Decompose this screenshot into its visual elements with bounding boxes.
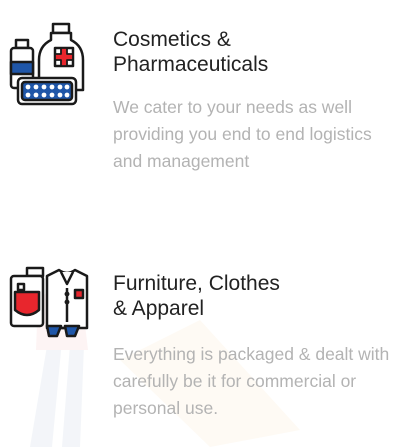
furniture-clothes-icon [9,266,89,338]
service-description-line: providing you end to end logistics [113,124,372,144]
service-description: We cater to your needs as well providing… [113,94,413,175]
service-title: Cosmetics & Pharmaceuticals [113,27,413,77]
cosmetics-pharma-icon [9,22,85,106]
service-description-line: personal use. [113,398,219,418]
service-description-line: and management [113,151,250,171]
service-title-line: Cosmetics & [113,28,231,51]
service-description-line: carefully be it for commercial or [113,371,357,391]
service-description-line: We cater to your needs as well [113,97,352,117]
service-title: Furniture, Clothes & Apparel [113,271,413,321]
service-title-line: & Apparel [113,297,205,320]
service-title-line: Furniture, Clothes [113,272,280,295]
service-title-line: Pharmaceuticals [113,53,269,76]
service-description-line: Everything is packaged & dealt with [113,344,390,364]
service-description: Everything is packaged & dealt with care… [113,341,413,422]
